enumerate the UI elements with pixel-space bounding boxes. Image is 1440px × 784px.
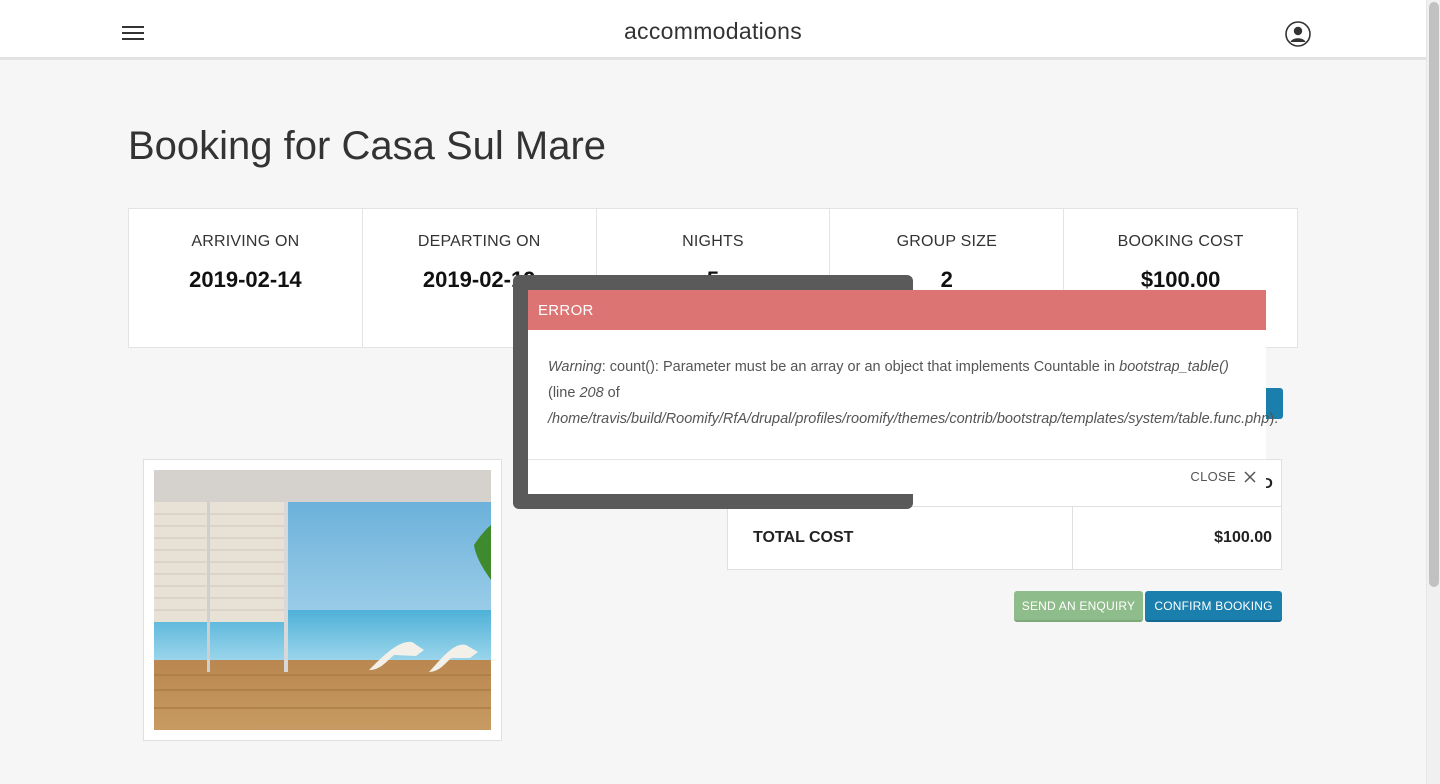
line-number: 208 <box>579 385 604 401</box>
close-label: CLOSE <box>1190 469 1236 484</box>
message-text: (line <box>548 385 580 401</box>
total-cost-label: TOTAL COST <box>728 507 1073 569</box>
modal-message: Warning: count(): Parameter must be an a… <box>528 330 1278 460</box>
message-text: : count(): Parameter must be an array or… <box>601 359 1120 375</box>
message-text: of <box>603 385 620 401</box>
scrollbar-thumb[interactable] <box>1429 2 1439 587</box>
modal-footer: CLOSE <box>528 460 1266 494</box>
summary-value: 2019-02-14 <box>189 267 302 292</box>
summary-arriving: ARRIVING ON 2019-02-14 <box>129 209 363 347</box>
modal-title: ERROR <box>528 290 1266 330</box>
total-cost-value: $100.00 <box>1214 529 1272 546</box>
summary-label: NIGHTS <box>682 233 744 250</box>
message-text: ). <box>1269 411 1279 427</box>
function-name: bootstrap_table() <box>1119 359 1229 375</box>
summary-label: ARRIVING ON <box>191 233 300 250</box>
close-icon[interactable] <box>1244 470 1256 483</box>
property-image-card <box>143 459 502 741</box>
property-photo <box>154 470 491 730</box>
file-path: /home/travis/build/Roomify/RfA/drupal/pr… <box>548 411 1270 427</box>
top-navbar: accommodations <box>0 0 1426 60</box>
send-enquiry-button[interactable]: SEND AN ENQUIRY <box>1014 591 1143 622</box>
error-modal: ERROR Warning: count(): Parameter must b… <box>528 290 1278 494</box>
summary-label: GROUP SIZE <box>896 233 997 250</box>
summary-label: DEPARTING ON <box>417 233 541 250</box>
close-button[interactable]: CLOSE <box>1190 469 1256 484</box>
page-title: Booking for Casa Sul Mare <box>128 124 607 168</box>
warning-label: Warning <box>548 359 602 375</box>
confirm-booking-button[interactable]: CONFIRM BOOKING <box>1145 591 1282 622</box>
site-title[interactable]: accommodations <box>0 18 1426 45</box>
table-row: TOTAL COST $100.00 <box>728 507 1281 569</box>
user-account-icon[interactable] <box>1284 20 1312 48</box>
summary-label: BOOKING COST <box>1117 233 1244 250</box>
page-scrollbar[interactable] <box>1426 0 1440 784</box>
